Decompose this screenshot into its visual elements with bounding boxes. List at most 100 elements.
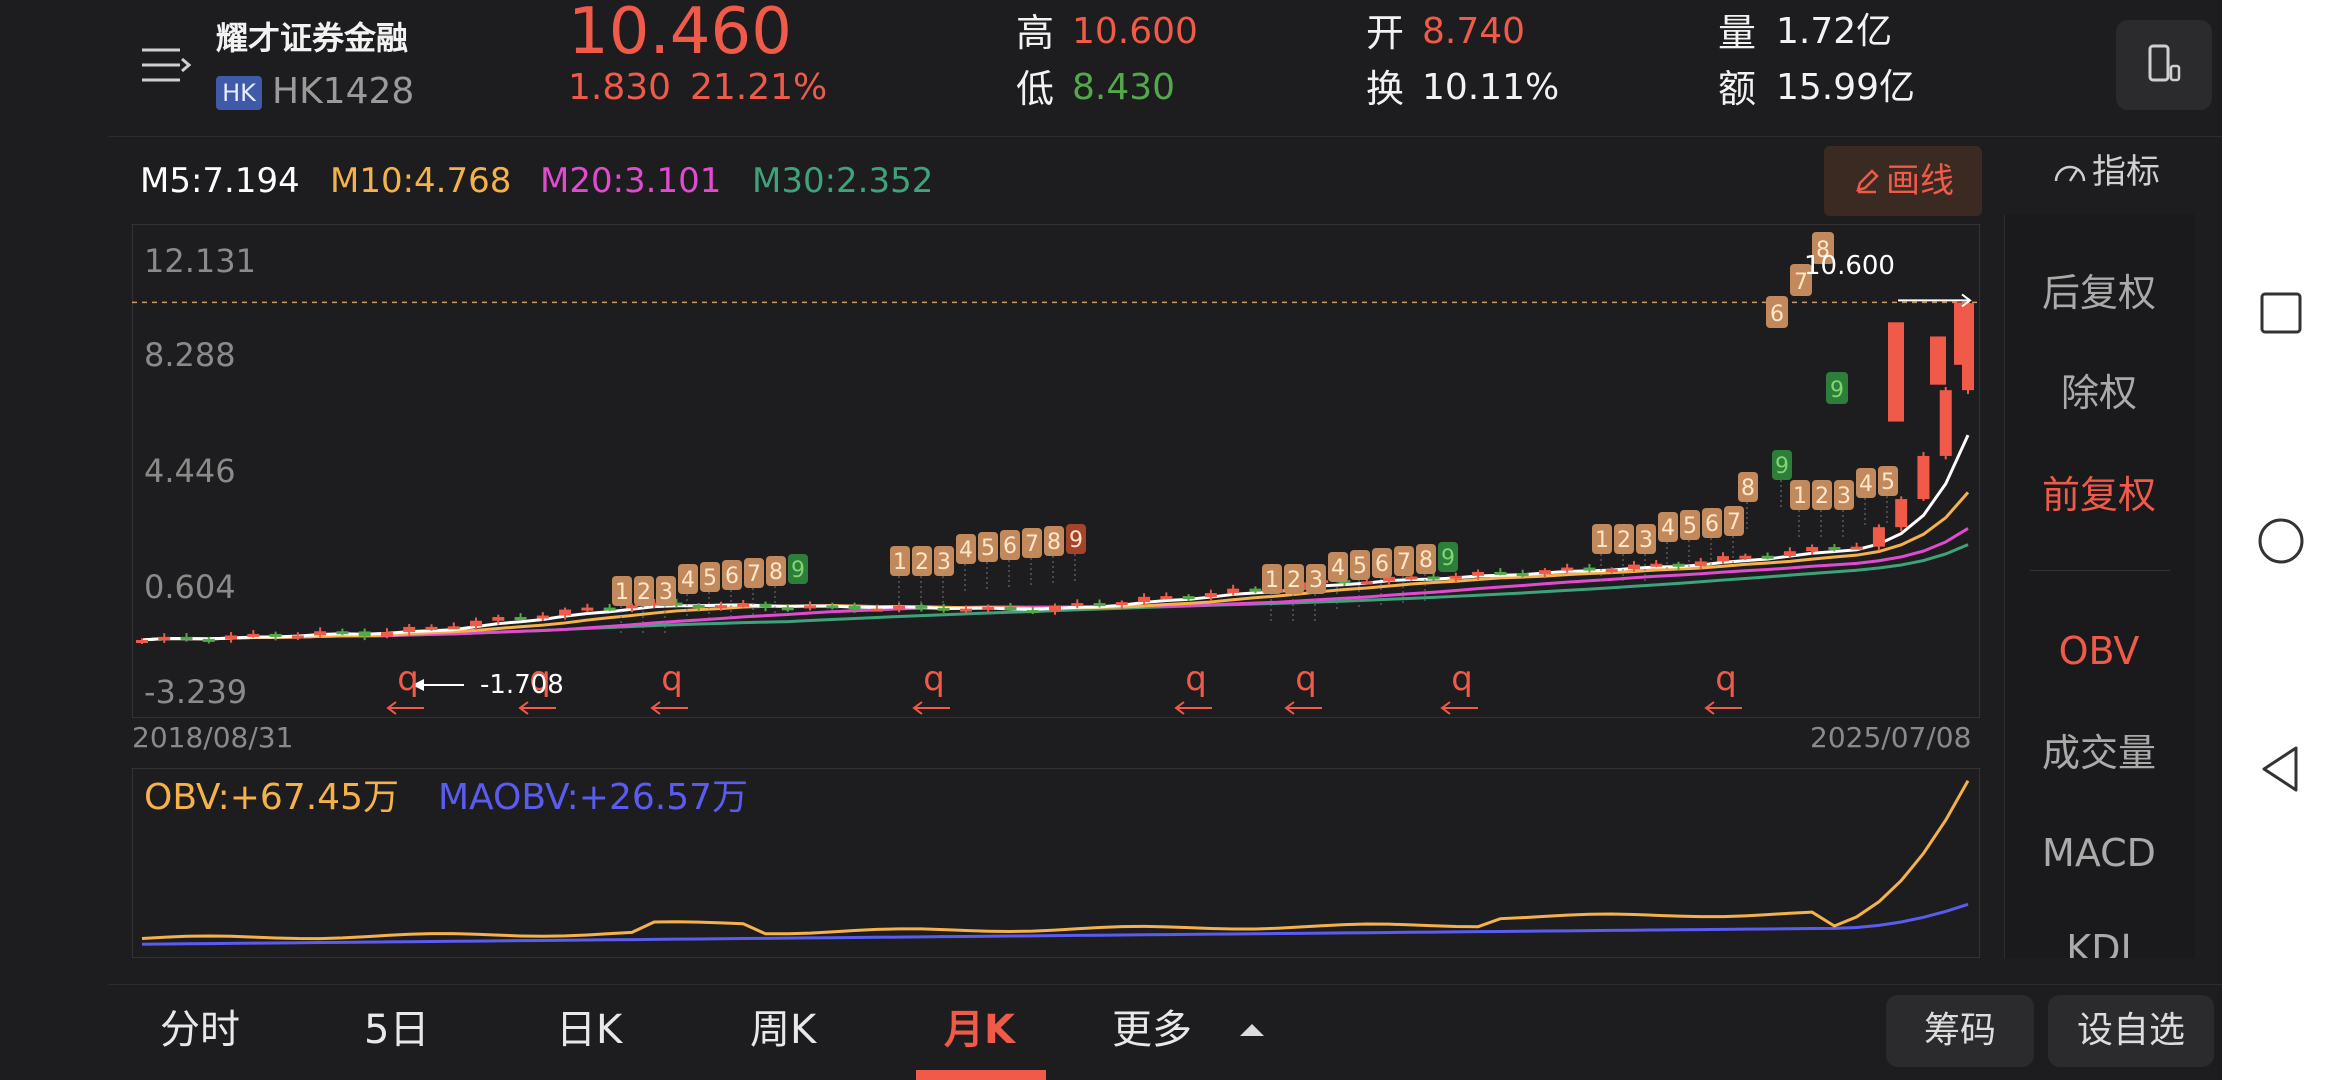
td-number: 4	[1661, 516, 1675, 541]
kline-svg: 1 2 3 4 5 6 7 8 9 1 2 3 4 5 6 7 8 91 2 3 4 5 6 7 8 91 2 3 4 5 6 7891 2 3 4…	[132, 224, 1980, 718]
candle-body	[1405, 576, 1418, 580]
caret-up-icon[interactable]	[1236, 1020, 1268, 1040]
candle-body	[692, 605, 705, 609]
max-price-label: 10.600	[1804, 251, 1895, 281]
side-item-back-adjust[interactable]: 后复权	[2004, 274, 2194, 312]
ma5-label: M5:7.194	[140, 161, 300, 201]
td-number: 7	[1397, 550, 1411, 575]
candle-body	[959, 608, 972, 612]
signal-q: q	[923, 659, 945, 699]
tab-5day[interactable]: 5日	[364, 1010, 429, 1050]
signal-q: q	[1295, 659, 1317, 699]
candle-body	[581, 607, 594, 611]
bottom-divider	[108, 984, 2222, 985]
candle-body	[1828, 547, 1841, 551]
side-item-macd[interactable]: MACD	[2004, 834, 2194, 872]
end-date: 2025/07/08	[1810, 721, 1972, 754]
candle-body	[492, 617, 505, 621]
candle-body	[1872, 527, 1885, 547]
td-number: 3	[937, 550, 951, 575]
open-label: 开	[1366, 11, 1405, 55]
candle-body	[136, 639, 148, 643]
td-number: 8	[769, 560, 783, 585]
system-nav-bar	[2222, 0, 2340, 1080]
candle-body	[982, 606, 995, 610]
td-number: 8	[1047, 530, 1061, 555]
candle-body	[380, 632, 393, 637]
maobv-line	[141, 902, 1969, 946]
td-number: 4	[1859, 472, 1873, 497]
candle-body	[1249, 588, 1262, 592]
ma-line-m30	[141, 543, 1969, 642]
candle-body	[1427, 576, 1440, 580]
candle-body	[1672, 563, 1685, 567]
tab-intraday[interactable]: 分时	[160, 1010, 240, 1050]
ma10-label: M10:4.768	[330, 161, 512, 201]
main-chart[interactable]: 1234567891234567891234567891234567891234…	[132, 224, 1980, 718]
candle-body	[1694, 561, 1707, 566]
td-number: 9	[791, 558, 805, 583]
candle-body	[1472, 571, 1485, 576]
price-change-pct: 21.21%	[690, 67, 828, 108]
low-value: 8.430	[1072, 67, 1176, 108]
td-number: 4	[681, 568, 695, 593]
draw-line-button[interactable]: 画线	[1824, 146, 1982, 216]
candle-body	[1717, 556, 1730, 562]
candle-body	[158, 636, 171, 640]
candle-body	[893, 605, 906, 609]
td-number: 1	[1265, 568, 1279, 593]
side-item-volume[interactable]: 成交量	[2004, 734, 2194, 772]
tab-monthly[interactable]: 月K	[944, 1010, 1015, 1050]
indicator-button[interactable]: 指标	[2052, 150, 2182, 194]
candle-body	[937, 607, 950, 611]
candle-body	[1538, 570, 1551, 575]
side-item-obv[interactable]: OBV	[2004, 632, 2194, 670]
candle-body	[804, 605, 817, 609]
candle-body	[358, 631, 371, 637]
candle-body	[291, 635, 304, 639]
candle-body	[447, 626, 460, 630]
high-label: 高	[1016, 11, 1055, 55]
td-number: 6	[1003, 534, 1017, 559]
td-number: 6	[1375, 552, 1389, 577]
current-price: 10.460	[568, 0, 792, 69]
tab-more[interactable]: 更多	[1112, 1010, 1192, 1050]
add-watchlist-button[interactable]: 设自选	[2048, 995, 2214, 1067]
low-label: 低	[1016, 67, 1055, 111]
td-number: 3	[1837, 484, 1851, 509]
td-number: 9	[1069, 528, 1083, 553]
candle-body-recent	[1954, 302, 1970, 365]
td-number: 2	[637, 580, 651, 605]
tab-monthly-underline	[916, 1070, 1046, 1080]
td-number: 9	[1775, 454, 1789, 479]
td-number: 7	[1727, 510, 1741, 535]
back-icon[interactable]	[2258, 744, 2304, 794]
recents-icon[interactable]	[2258, 290, 2304, 336]
candle-body	[1160, 596, 1173, 600]
landscape-toggle-button[interactable]	[2116, 20, 2212, 110]
td-number: 2	[1287, 568, 1301, 593]
signal-q: q	[1715, 659, 1737, 699]
candle-body	[1561, 567, 1574, 571]
td-number: 5	[703, 566, 717, 591]
td-number: 1	[1793, 484, 1807, 509]
side-item-kdj[interactable]: KDJ	[2004, 930, 2194, 958]
tab-weekly[interactable]: 周K	[750, 1010, 816, 1050]
candle-body	[870, 608, 883, 612]
menu-icon[interactable]	[140, 44, 192, 88]
candle-body	[470, 620, 483, 627]
home-icon[interactable]	[2256, 516, 2306, 566]
side-item-kdj-clip: KDJ	[2004, 930, 2194, 958]
candle-body	[603, 607, 616, 611]
side-item-ex-rights[interactable]: 除权	[2004, 374, 2194, 412]
candle-body	[1494, 571, 1507, 575]
candle-body	[247, 633, 260, 637]
candle-body	[848, 605, 861, 610]
chips-button[interactable]: 筹码	[1886, 995, 2034, 1067]
volume-value: 1.72亿	[1776, 11, 1893, 52]
obv-chart[interactable]	[132, 768, 1980, 958]
td-number: 2	[1815, 484, 1829, 509]
tab-daily[interactable]: 日K	[556, 1010, 622, 1050]
candle-body-recent	[1930, 336, 1946, 385]
side-item-forward-adjust[interactable]: 前复权	[2004, 476, 2194, 514]
